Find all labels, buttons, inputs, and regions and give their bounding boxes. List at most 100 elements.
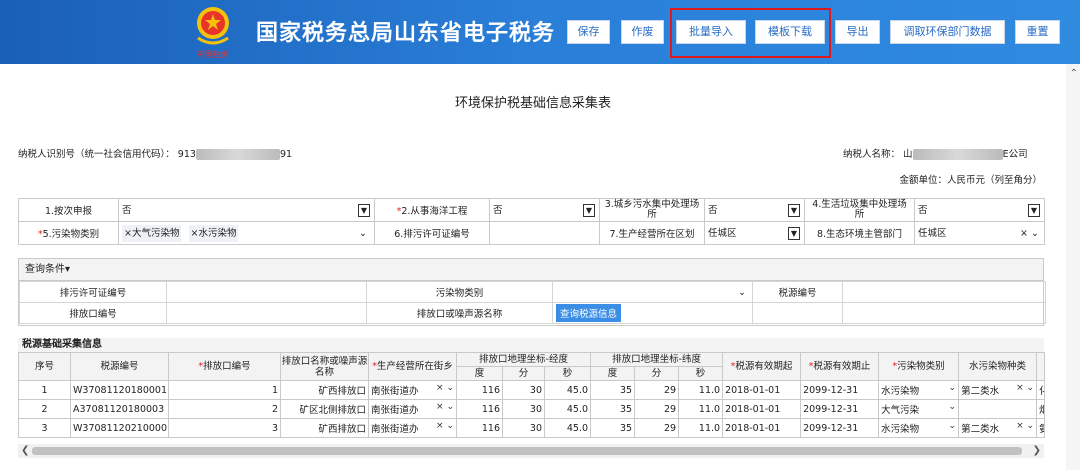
chevron-down-icon[interactable]: ⌄ xyxy=(949,383,957,393)
vertical-scrollbar[interactable] xyxy=(1066,64,1080,470)
scrollbar-thumb[interactable] xyxy=(32,447,1022,455)
row-ptype[interactable]: 水污染物 ⌄ xyxy=(878,380,960,400)
site-title: 国家税务总局山东省电子税务 xyxy=(256,21,556,46)
horizontal-scrollbar[interactable]: ❮ ❯ xyxy=(18,444,1044,458)
query-toggle[interactable]: 查询条件▾ xyxy=(19,259,1043,281)
row-start[interactable]: 2018-01-01 xyxy=(722,399,802,419)
row-start[interactable]: 2018-01-01 xyxy=(722,418,802,438)
clear-chevron-icon[interactable]: × ⌄ xyxy=(436,383,454,393)
row-code-value: A37081120180003 xyxy=(73,403,165,415)
query-button[interactable]: 查询税源信息 xyxy=(556,304,622,322)
district-select[interactable]: 任城区 ▼ xyxy=(704,221,805,245)
chevron-down-icon[interactable]: ▼ xyxy=(583,203,595,217)
eco-dept-select[interactable]: 任城区 × ⌄ xyxy=(914,221,1045,245)
row-end[interactable]: 2099-12-31 xyxy=(800,380,880,400)
row-lng-min[interactable]: 30 xyxy=(502,399,545,419)
clear-chevron-icon[interactable]: × ⌄ xyxy=(436,402,454,412)
row-name[interactable]: 矿区北侧排放口 xyxy=(280,399,369,419)
row-lat-deg[interactable]: 35 xyxy=(590,399,636,419)
scroll-right-icon[interactable]: ❯ xyxy=(1033,444,1041,458)
row-lng-deg[interactable]: 116 xyxy=(456,399,503,419)
reset-button[interactable]: 重置 xyxy=(1015,20,1060,44)
row-end[interactable]: 2099-12-31 xyxy=(800,418,880,438)
clear-chevron-icon[interactable]: × ⌄ xyxy=(1016,421,1034,431)
row-lng-sec[interactable]: 45.0 xyxy=(543,399,592,419)
row-street[interactable]: 南张街道办 × ⌄ xyxy=(368,380,457,400)
permit-input[interactable] xyxy=(489,221,600,245)
tag-water[interactable]: ×水污染物 xyxy=(188,224,239,242)
clear-chevron-icon[interactable]: × ⌄ xyxy=(1020,225,1039,242)
query-outlet-name-input[interactable]: 查询税源信息 xyxy=(552,302,753,324)
row-lng-deg[interactable]: 116 xyxy=(456,418,503,438)
row-lng-sec-value: 45.0 xyxy=(566,422,589,434)
row-lng-min[interactable]: 30 xyxy=(502,380,545,400)
tag-air[interactable]: ×大气污染物 xyxy=(122,224,182,242)
chevron-down-icon[interactable]: ▼ xyxy=(788,203,800,217)
row-name[interactable]: 矿西排放口 xyxy=(280,380,369,400)
row-code: W37081120180001 xyxy=(70,380,169,400)
app-header: 中国税务 国家税务总局山东省电子税务 保存 作废 批量导入 模板下载 导出 调取… xyxy=(0,0,1080,64)
chevron-down-icon[interactable]: ⌄ xyxy=(949,421,957,431)
query-permit-input[interactable] xyxy=(166,281,367,303)
chevron-down-icon[interactable]: ▼ xyxy=(358,203,370,217)
fetch-env-data-button[interactable]: 调取环保部门数据 xyxy=(890,20,1005,44)
row-lat-sec[interactable]: 11.0 xyxy=(678,418,724,438)
table-row[interactable]: 2 A37081120180003 2 矿区北侧排放口 南张街道办 × ⌄ 116 30 45.… xyxy=(18,399,1046,419)
row-ptype-value: 大气污染 xyxy=(881,405,920,416)
scroll-up-icon[interactable]: ⌃ xyxy=(1070,68,1078,79)
row-outlet[interactable]: 3 xyxy=(168,418,281,438)
row-lng-min[interactable]: 30 xyxy=(502,418,545,438)
field-label-sewage: 3.城乡污水集中处理场所 xyxy=(599,198,705,222)
row-lat-deg-value: 35 xyxy=(619,403,633,415)
row-seq: 2 xyxy=(18,399,71,419)
table-row[interactable]: 1 W37081120180001 1 矿西排放口 南张街道办 × ⌄ 116 30 45.0 3… xyxy=(18,380,1046,400)
garbage-select[interactable]: 否 ▼ xyxy=(914,198,1045,222)
row-ptype[interactable]: 大气污染 ⌄ xyxy=(878,399,960,419)
row-lat-min[interactable]: 29 xyxy=(634,380,680,400)
row-extra: 氨 xyxy=(1036,418,1046,438)
col-lat-deg: 度 xyxy=(590,366,636,381)
row-start[interactable]: 2018-01-01 xyxy=(722,380,802,400)
row-lat-min[interactable]: 29 xyxy=(634,399,680,419)
marine-select[interactable]: 否 ▼ xyxy=(489,198,600,222)
row-end[interactable]: 2099-12-31 xyxy=(800,399,880,419)
row-ptype[interactable]: 水污染物 ⌄ xyxy=(878,418,960,438)
save-button[interactable]: 保存 xyxy=(567,20,610,44)
row-wtype[interactable]: 第二类水 × ⌄ xyxy=(958,418,1038,438)
row-wtype[interactable] xyxy=(958,399,1038,419)
query-pollutant-select[interactable]: ⌄ xyxy=(552,281,753,303)
row-lat-sec[interactable]: 11.0 xyxy=(678,399,724,419)
query-code-input[interactable] xyxy=(842,281,1046,303)
chevron-down-icon[interactable]: ▼ xyxy=(788,226,800,240)
row-extra: 化 xyxy=(1036,380,1046,400)
table-row[interactable]: 3 W37081120210000 3 矿西排放口 南张街道办 × ⌄ 116 30 45.0 3… xyxy=(18,418,1046,438)
chevron-down-icon[interactable]: ⌄ xyxy=(738,287,746,298)
row-lng-deg[interactable]: 116 xyxy=(456,380,503,400)
row-wtype[interactable]: 第二类水 × ⌄ xyxy=(958,380,1038,400)
row-lng-sec[interactable]: 45.0 xyxy=(543,380,592,400)
chevron-down-icon[interactable]: ⌄ xyxy=(359,225,367,242)
row-street[interactable]: 南张街道办 × ⌄ xyxy=(368,418,457,438)
clear-chevron-icon[interactable]: × ⌄ xyxy=(436,421,454,431)
by-time-select[interactable]: 否 ▼ xyxy=(118,198,375,222)
pollutant-type-multiselect[interactable]: ×大气污染物 ×水污染物 ⌄ xyxy=(118,221,375,245)
row-street[interactable]: 南张街道办 × ⌄ xyxy=(368,399,457,419)
row-lat-deg-value: 35 xyxy=(619,422,633,434)
row-end-value: 2099-12-31 xyxy=(803,422,859,434)
clear-chevron-icon[interactable]: × ⌄ xyxy=(1016,383,1034,393)
export-button[interactable]: 导出 xyxy=(835,20,880,44)
row-lng-sec[interactable]: 45.0 xyxy=(543,418,592,438)
chevron-down-icon[interactable]: ▼ xyxy=(1028,203,1040,217)
row-lat-deg[interactable]: 35 xyxy=(590,380,636,400)
row-lat-min[interactable]: 29 xyxy=(634,418,680,438)
row-lat-deg[interactable]: 35 xyxy=(590,418,636,438)
query-outlet-input[interactable] xyxy=(166,302,367,324)
row-outlet[interactable]: 2 xyxy=(168,399,281,419)
sewage-select[interactable]: 否 ▼ xyxy=(704,198,805,222)
row-lat-sec[interactable]: 11.0 xyxy=(678,380,724,400)
void-button[interactable]: 作废 xyxy=(621,20,664,44)
chevron-down-icon[interactable]: ⌄ xyxy=(949,402,957,412)
row-outlet[interactable]: 1 xyxy=(168,380,281,400)
row-name[interactable]: 矿西排放口 xyxy=(280,418,369,438)
scroll-left-icon[interactable]: ❮ xyxy=(21,444,29,458)
